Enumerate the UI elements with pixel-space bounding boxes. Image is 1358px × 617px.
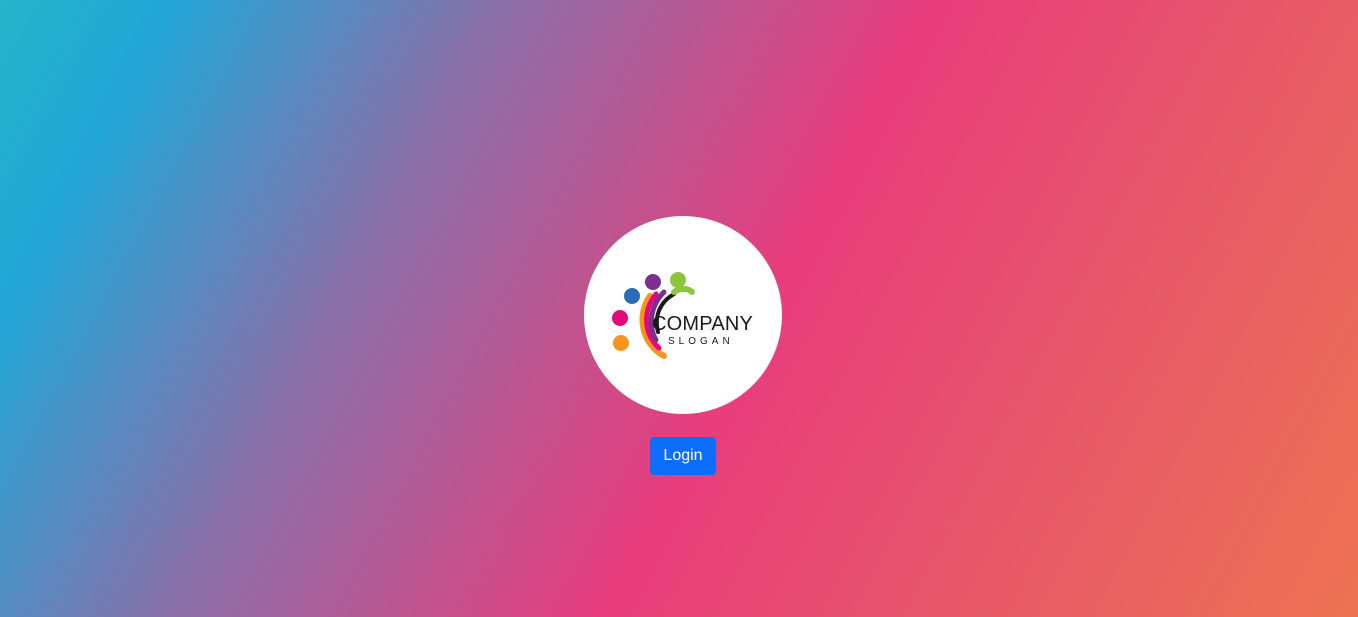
landing-page: COMPANY SLOGAN Login — [0, 0, 1358, 617]
company-logo: COMPANY SLOGAN — [584, 216, 782, 414]
login-button[interactable]: Login — [650, 437, 716, 475]
company-logo-slogan: SLOGAN — [668, 336, 734, 347]
company-logo-name: COMPANY — [652, 313, 754, 335]
